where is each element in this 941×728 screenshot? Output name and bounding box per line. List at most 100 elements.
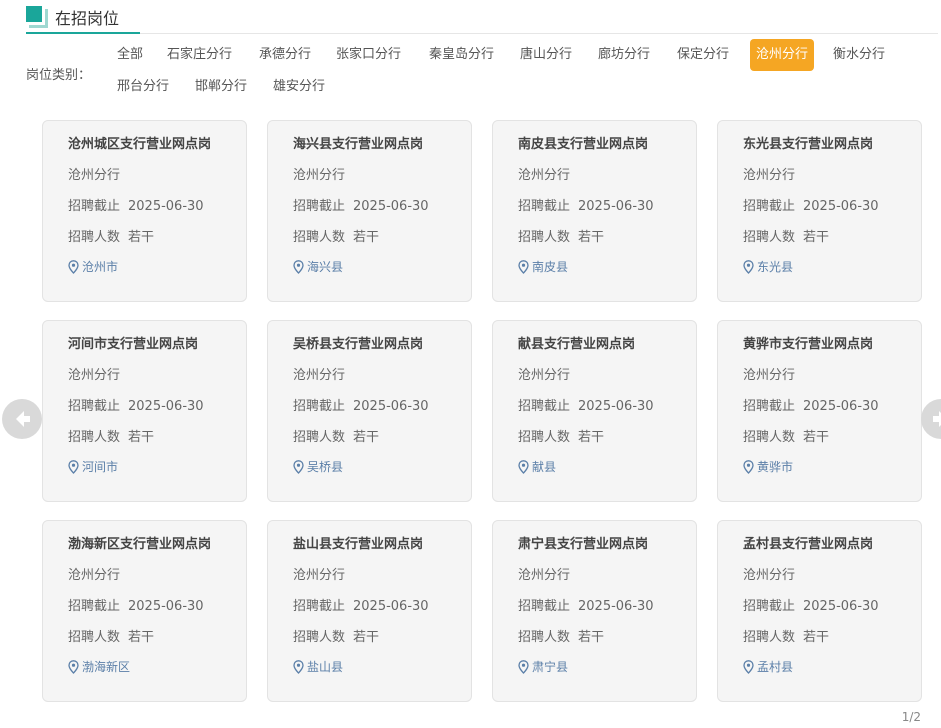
job-location: 南皮县 [518,258,568,275]
filter-option[interactable]: 秦皇岛分行 [423,39,500,71]
job-branch: 沧州分行 [743,368,796,383]
job-card[interactable]: 孟村县支行营业网点岗 沧州分行 招聘截止 2025-06-30 招聘人数 若干 孟村县 [717,520,922,702]
deadline-label: 招聘截止 [743,199,796,214]
count-value: 若干 [803,430,830,445]
job-deadline-row: 招聘截止 2025-06-30 [68,595,204,614]
filter-option[interactable]: 保定分行 [671,39,735,71]
job-card[interactable]: 渤海新区支行营业网点岗 沧州分行 招聘截止 2025-06-30 招聘人数 若干 渤海新区 [42,520,247,702]
filter-option[interactable]: 张家口分行 [330,39,407,71]
filter-option[interactable]: 沧州分行 [750,39,815,71]
deadline-label: 招聘截止 [743,599,796,614]
arrow-left-icon [16,411,30,427]
count-value: 若干 [578,430,605,445]
job-card[interactable]: 肃宁县支行营业网点岗 沧州分行 招聘截止 2025-06-30 招聘人数 若干 肃宁县 [492,520,697,702]
count-value: 若干 [353,630,380,645]
job-deadline-row: 招聘截止 2025-06-30 [293,395,429,414]
deadline-value: 2025-06-30 [128,599,204,614]
deadline-label: 招聘截止 [293,599,346,614]
job-location: 渤海新区 [68,658,130,675]
deadline-value: 2025-06-30 [353,399,429,414]
job-card[interactable]: 吴桥县支行营业网点岗 沧州分行 招聘截止 2025-06-30 招聘人数 若干 吴桥县 [267,320,472,502]
filter-option[interactable]: 衡水分行 [827,39,891,71]
job-count-row: 招聘人数 若干 [743,426,829,445]
job-count-row: 招聘人数 若干 [68,226,154,245]
job-count-row: 招聘人数 若干 [743,626,829,645]
deadline-label: 招聘截止 [743,399,796,414]
count-label: 招聘人数 [293,430,346,445]
job-count-row: 招聘人数 若干 [293,626,379,645]
filter-option[interactable]: 全部 [111,39,149,71]
filter-option[interactable]: 石家庄分行 [161,39,238,71]
deadline-value: 2025-06-30 [803,199,879,214]
job-count-row: 招聘人数 若干 [293,426,379,445]
job-title: 肃宁县支行营业网点岗 [518,537,649,552]
job-title: 东光县支行营业网点岗 [743,137,874,152]
deadline-value: 2025-06-30 [353,599,429,614]
next-page-button[interactable] [921,399,941,439]
job-title: 河间市支行营业网点岗 [68,337,199,352]
count-value: 若干 [353,430,380,445]
job-deadline-row: 招聘截止 2025-06-30 [68,195,204,214]
filter-option[interactable]: 雄安分行 [267,71,331,103]
job-location: 盐山县 [293,658,343,675]
job-card[interactable]: 献县支行营业网点岗 沧州分行 招聘截止 2025-06-30 招聘人数 若干 献县 [492,320,697,502]
filter-option[interactable]: 唐山分行 [514,39,578,71]
count-label: 招聘人数 [743,630,796,645]
count-value: 若干 [578,630,605,645]
job-deadline-row: 招聘截止 2025-06-30 [743,595,879,614]
job-count-row: 招聘人数 若干 [743,226,829,245]
job-deadline-row: 招聘截止 2025-06-30 [518,595,654,614]
deadline-label: 招聘截止 [293,399,346,414]
prev-page-button[interactable] [2,399,42,439]
job-count-row: 招聘人数 若干 [518,426,604,445]
job-title: 盐山县支行营业网点岗 [293,537,424,552]
job-deadline-row: 招聘截止 2025-06-30 [68,395,204,414]
location-pin-icon [743,459,754,474]
deadline-value: 2025-06-30 [578,199,654,214]
job-card[interactable]: 盐山县支行营业网点岗 沧州分行 招聘截止 2025-06-30 招聘人数 若干 盐山县 [267,520,472,702]
location-pin-icon [518,259,529,274]
location-text: 河间市 [82,460,119,474]
job-card[interactable]: 沧州城区支行营业网点岗 沧州分行招聘截止 2025-06-30 招聘人数 若干 沧州市 [42,120,247,302]
job-title: 沧州城区支行营业网点岗 [68,137,212,152]
job-card[interactable]: 海兴县支行营业网点岗 沧州分行 招聘截止 2025-06-30 招聘人数 若干 海兴县 [267,120,472,302]
location-pin-icon [293,659,304,674]
job-card[interactable]: 黄骅市支行营业网点岗 沧州分行 招聘截止 2025-06-30 招聘人数 若干 黄骅市 [717,320,922,502]
job-deadline-row: 招聘截止 2025-06-30 [743,395,879,414]
section-header: 在招岗位 [26,0,938,34]
filter-option[interactable]: 廊坊分行 [592,39,656,71]
location-pin-icon [743,659,754,674]
location-text: 盐山县 [307,660,344,674]
job-location: 黄骅市 [743,458,793,475]
location-text: 献县 [532,460,557,474]
job-card[interactable]: 东光县支行营业网点岗 沧州分行 招聘截止 2025-06-30 招聘人数 若干 东光县 [717,120,922,302]
location-text: 渤海新区 [82,660,131,674]
count-value: 若干 [128,230,155,245]
location-pin-icon [293,259,304,274]
count-value: 若干 [578,230,605,245]
count-label: 招聘人数 [293,230,346,245]
job-title: 孟村县支行营业网点岗 [743,537,874,552]
filter-option[interactable]: 承德分行 [253,39,317,71]
job-location: 沧州市 [68,258,118,275]
job-card[interactable]: 南皮县支行营业网点岗 沧州分行 招聘截止 2025-06-30 招聘人数 若干 南皮县 [492,120,697,302]
deadline-label: 招聘截止 [293,199,346,214]
job-branch: 沧州分行 [518,568,571,583]
count-value: 若干 [803,230,830,245]
job-location: 东光县 [743,258,793,275]
deadline-value: 2025-06-30 [128,199,204,214]
location-text: 东光县 [757,260,794,274]
deadline-label: 招聘截止 [68,399,121,414]
location-pin-icon [743,259,754,274]
deadline-value: 2025-06-30 [578,399,654,414]
job-card[interactable]: 河间市支行营业网点岗 沧州分行 招聘截止 2025-06-30 招聘人数 若干 河间市 [42,320,247,502]
count-value: 若干 [803,630,830,645]
filter-option[interactable]: 邯郸分行 [189,71,253,103]
location-pin-icon [518,459,529,474]
deadline-value: 2025-06-30 [128,399,204,414]
count-value: 若干 [353,230,380,245]
job-branch: 沧州分行 [68,368,121,383]
job-branch: 沧州分行 [68,168,121,183]
filter-option[interactable]: 邢台分行 [111,71,175,103]
job-branch: 沧州分行 [743,568,796,583]
